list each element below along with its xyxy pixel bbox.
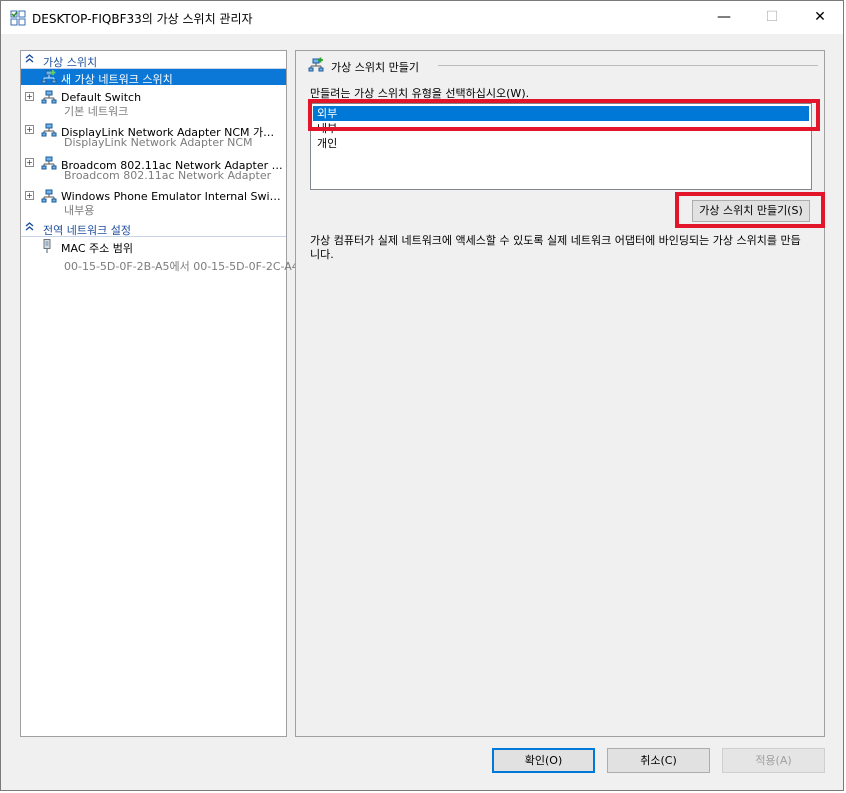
- ok-button[interactable]: 확인(O): [492, 748, 595, 773]
- new-switch-icon: [308, 57, 324, 72]
- apply-button[interactable]: 적용(A): [722, 748, 825, 773]
- tree-item-label: MAC 주소 범위: [61, 242, 133, 255]
- expand-plus-icon[interactable]: +: [25, 191, 34, 200]
- tree-item-subtitle: 내부용: [64, 204, 95, 217]
- expand-plus-icon[interactable]: +: [25, 92, 34, 101]
- create-switch-panel: 가상 스위치 만들기 만들려는 가상 스위치 유형을 선택하십시오(W). 외부…: [295, 50, 825, 737]
- network-switch-icon: [41, 156, 57, 170]
- network-switch-icon: [41, 90, 57, 104]
- tree-item-subtitle: DisplayLink Network Adapter NCM: [64, 136, 253, 149]
- virtual-switch-manager-window: DESKTOP-FIQBF33의 가상 스위치 관리자 — ☐ ✕ 가상 스위치: [0, 0, 844, 791]
- switch-tree[interactable]: 가상 스위치 새 가상 네트워크 스위치 + Default Switch 기본…: [20, 50, 299, 737]
- group-header: 가상 스위치 만들기: [308, 57, 818, 74]
- maximize-button[interactable]: ☐: [749, 1, 795, 34]
- title-bar: DESKTOP-FIQBF33의 가상 스위치 관리자 — ☐ ✕: [1, 1, 843, 34]
- section-virtual-switches[interactable]: 가상 스위치: [21, 53, 286, 69]
- switch-type-description: 가상 컴퓨터가 실제 네트워크에 액세스할 수 있도록 실제 네트워크 어댑터에…: [310, 234, 801, 261]
- mac-address-icon: [43, 239, 51, 253]
- close-button[interactable]: ✕: [797, 1, 843, 34]
- tree-item-subtitle: Broadcom 802.11ac Network Adapter: [64, 169, 272, 182]
- tree-row[interactable]: + Default Switch: [21, 89, 286, 105]
- virtual-switch-manager-icon: [10, 10, 26, 26]
- minimize-button[interactable]: —: [701, 1, 747, 34]
- tree-item-subtitle: 기본 네트워크: [64, 105, 129, 118]
- section-global-network-settings[interactable]: 전역 네트워크 설정: [21, 221, 286, 237]
- window-title: DESKTOP-FIQBF33의 가상 스위치 관리자: [32, 12, 253, 26]
- section-divider: [21, 236, 286, 237]
- highlight-annotation-external: [308, 99, 820, 131]
- switch-type-option-private[interactable]: 개인: [313, 136, 809, 151]
- highlight-annotation-create-button: [675, 192, 825, 228]
- group-header-label: 가상 스위치 만들기: [331, 61, 419, 74]
- mac-range-value: 00-15-5D-0F-2B-A5에서 00-15-5D-0F-2C-A4: [64, 260, 299, 273]
- expand-plus-icon[interactable]: +: [25, 158, 34, 167]
- tree-row[interactable]: 새 가상 네트워크 스위치: [21, 69, 286, 86]
- group-divider: [438, 65, 818, 66]
- new-switch-icon: [41, 70, 57, 84]
- expand-plus-icon[interactable]: +: [25, 125, 34, 134]
- cancel-button[interactable]: 취소(C): [607, 748, 710, 773]
- tree-item-label: 새 가상 네트워크 스위치: [61, 73, 173, 86]
- tree-row[interactable]: MAC 주소 범위: [21, 238, 286, 255]
- network-switch-icon: [41, 123, 57, 137]
- collapse-chevron-icon[interactable]: [25, 54, 34, 66]
- tree-row[interactable]: + Windows Phone Emulator Internal Switch: [21, 188, 286, 204]
- network-switch-icon: [41, 189, 57, 203]
- collapse-chevron-icon[interactable]: [25, 222, 34, 234]
